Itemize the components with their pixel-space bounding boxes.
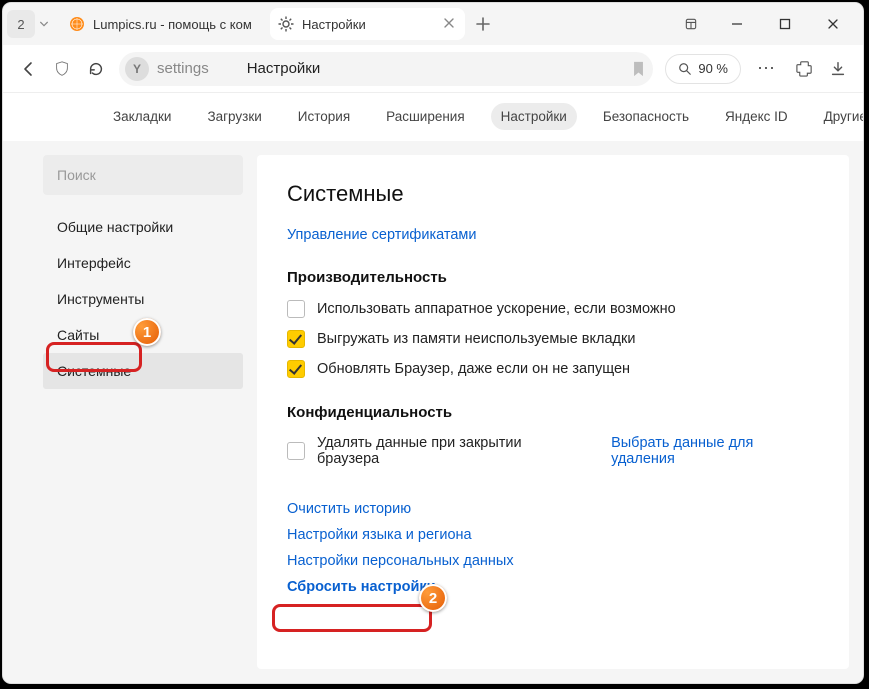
checkbox-icon[interactable] (287, 442, 305, 460)
option-label: Выгружать из памяти неиспользуемые вклад… (317, 331, 635, 347)
subnav-settings[interactable]: Настройки (491, 103, 577, 130)
link-personal-data[interactable]: Настройки персональных данных (287, 553, 819, 569)
zoom-value: 90 % (698, 61, 728, 76)
subnav-other-devices[interactable]: Другие устройства (814, 103, 863, 130)
settings-sidebar: Поиск Общие настройки Интерфейс Инструме… (43, 155, 243, 669)
subnav-history[interactable]: История (288, 103, 360, 130)
link-language-region[interactable]: Настройки языка и региона (287, 527, 819, 543)
shield-icon[interactable] (51, 58, 73, 80)
tab-title: Настройки (302, 17, 435, 32)
link-clear-history[interactable]: Очистить историю (287, 501, 819, 517)
orange-circle-icon (69, 16, 85, 32)
subnav-extensions[interactable]: Расширения (376, 103, 475, 130)
sidebar-item-label: Сайты (57, 327, 99, 343)
subnav-yandex-id[interactable]: Яндекс ID (715, 103, 798, 130)
sidebar-item-sites[interactable]: Сайты (43, 317, 243, 353)
magnifier-icon (678, 62, 692, 76)
section-performance-title: Производительность (287, 269, 819, 286)
back-button[interactable] (17, 58, 39, 80)
site-letter: Y (133, 62, 141, 76)
link-choose-data-to-delete[interactable]: Выбрать данные для удаления (611, 435, 819, 467)
option-hardware-accel[interactable]: Использовать аппаратное ускорение, если … (287, 300, 819, 318)
settings-search-input[interactable]: Поиск (43, 155, 243, 195)
link-manage-certificates[interactable]: Управление сертификатами (287, 227, 819, 243)
tab-counter-value: 2 (17, 17, 24, 32)
checkbox-icon[interactable] (287, 330, 305, 348)
sidebar-item-general[interactable]: Общие настройки (43, 209, 243, 245)
sidebar-item-label: Системные (57, 363, 131, 379)
maximize-button[interactable] (763, 3, 807, 45)
more-menu-button[interactable]: ⋯ (753, 58, 781, 79)
sidebar-item-tools[interactable]: Инструменты (43, 281, 243, 317)
link-reset-settings[interactable]: Сбросить настройки (287, 579, 819, 595)
tab-counter[interactable]: 2 (7, 10, 35, 38)
checkbox-icon[interactable] (287, 360, 305, 378)
sidebar-item-label: Общие настройки (57, 219, 173, 235)
tab-close-icon[interactable] (443, 17, 457, 31)
sidebar-item-label: Интерфейс (57, 255, 131, 271)
collections-icon[interactable] (671, 3, 711, 45)
tab-settings[interactable]: Настройки (270, 8, 465, 40)
settings-content: Системные Управление сертификатами Произ… (257, 155, 849, 669)
omnibox[interactable]: Y settings Настройки (119, 52, 653, 86)
extensions-icon[interactable] (793, 58, 815, 80)
site-identity-icon[interactable]: Y (125, 57, 149, 81)
bookmark-icon[interactable] (632, 61, 645, 77)
search-placeholder: Поиск (57, 167, 96, 183)
option-label: Удалять данные при закрытии браузера (317, 435, 585, 467)
omnibox-page-title: Настройки (247, 60, 321, 77)
address-bar: Y settings Настройки 90 % ⋯ (3, 45, 863, 93)
subnav-bookmarks[interactable]: Закладки (103, 103, 181, 130)
subnav-downloads[interactable]: Загрузки (197, 103, 271, 130)
sidebar-item-label: Инструменты (57, 291, 144, 307)
zoom-indicator[interactable]: 90 % (665, 54, 741, 84)
reload-button[interactable] (85, 58, 107, 80)
subnav-security[interactable]: Безопасность (593, 103, 699, 130)
new-tab-button[interactable] (469, 10, 497, 38)
checkbox-icon[interactable] (287, 300, 305, 318)
gear-icon (278, 16, 294, 32)
settings-subnav: Закладки Загрузки История Расширения Нас… (3, 93, 863, 141)
page-heading: Системные (287, 181, 819, 207)
tab-dropdown-chevron[interactable] (39, 19, 57, 29)
sidebar-item-interface[interactable]: Интерфейс (43, 245, 243, 281)
tab-title: Lumpics.ru - помощь с ком (93, 17, 258, 32)
minimize-button[interactable] (715, 3, 759, 45)
option-clear-on-exit[interactable]: Удалять данные при закрытии браузера Выб… (287, 435, 819, 467)
tab-strip: 2 Lumpics.ru - помощь с ком Настройки (3, 3, 863, 45)
option-update-browser[interactable]: Обновлять Браузер, даже если он не запущ… (287, 360, 819, 378)
section-privacy-title: Конфиденциальность (287, 404, 819, 421)
url-text: settings (157, 60, 209, 77)
main-area: Поиск Общие настройки Интерфейс Инструме… (3, 141, 863, 683)
close-window-button[interactable] (811, 3, 855, 45)
downloads-icon[interactable] (827, 58, 849, 80)
option-label: Обновлять Браузер, даже если он не запущ… (317, 361, 630, 377)
tab-lumpics[interactable]: Lumpics.ru - помощь с ком (61, 8, 266, 40)
option-label: Использовать аппаратное ускорение, если … (317, 301, 676, 317)
sidebar-item-system[interactable]: Системные (43, 353, 243, 389)
option-unload-tabs[interactable]: Выгружать из памяти неиспользуемые вклад… (287, 330, 819, 348)
